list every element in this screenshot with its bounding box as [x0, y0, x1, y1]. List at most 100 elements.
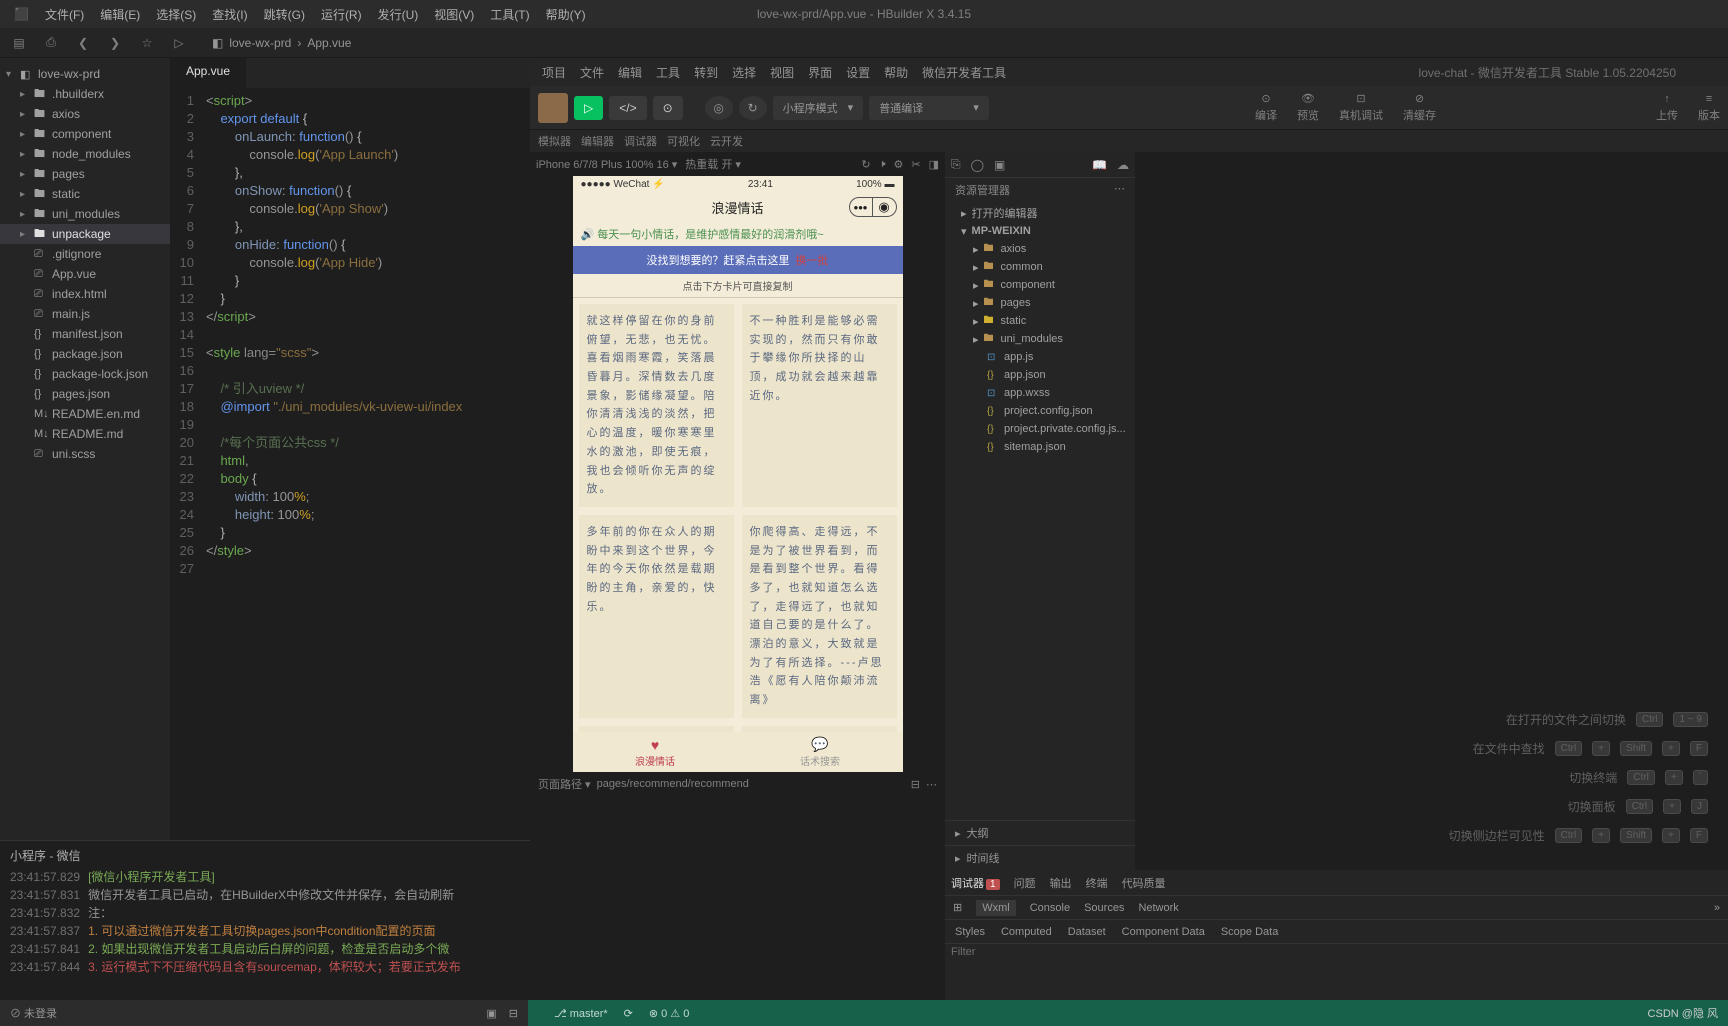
exp-project[interactable]: ▾MP-WEIXIN — [945, 222, 1135, 240]
gear-icon[interactable]: ⚙ — [894, 158, 904, 171]
tree-file[interactable]: {}package-lock.json — [0, 364, 170, 384]
upload-button[interactable]: ↑上传 — [1656, 93, 1678, 123]
forward-icon[interactable]: ❯ — [106, 34, 124, 52]
copy-icon[interactable]: ⎘ — [951, 157, 961, 172]
compile-select[interactable]: 普通编译▾ — [869, 96, 989, 120]
tab-quality[interactable]: 代码质量 — [1122, 875, 1166, 891]
tab-dataset[interactable]: Dataset — [1068, 926, 1106, 938]
term-icon[interactable]: ⊟ — [509, 1007, 518, 1020]
new-file-icon[interactable]: ▤ — [10, 34, 28, 52]
exp-folder[interactable]: ▸🖿static — [945, 312, 1135, 330]
exp-folder[interactable]: ▸🖿component — [945, 276, 1135, 294]
exp-file[interactable]: ⊡app.wxss — [945, 384, 1135, 402]
run-icon[interactable]: ▷ — [170, 34, 188, 52]
timeline-section[interactable]: ▸时间线 — [945, 845, 1135, 870]
tab-computed[interactable]: Computed — [1001, 926, 1052, 938]
tab-romance[interactable]: ♥浪漫情话 — [573, 732, 738, 772]
tab-output[interactable]: 输出 — [1050, 875, 1072, 891]
clear-cache-button[interactable]: ⊘清缓存 — [1403, 92, 1436, 123]
tree-file[interactable]: M↓README.en.md — [0, 404, 170, 424]
run-button[interactable]: ▷ — [574, 96, 603, 120]
dock-icon[interactable]: ◨ — [929, 158, 939, 171]
tab-compdata[interactable]: Component Data — [1122, 926, 1205, 938]
box-icon[interactable]: ▣ — [994, 158, 1005, 172]
tab-wxml[interactable]: Wxml — [976, 900, 1016, 916]
quote-card[interactable]: 你爬得高、走得远，不是为了被世界看到，而是看到整个世界。看得多了，也就知道怎么选… — [742, 515, 897, 718]
book-icon[interactable]: 📖 — [1092, 158, 1107, 172]
exp-section[interactable]: ▸打开的编辑器 — [945, 204, 1135, 222]
sync[interactable]: ⟳ — [624, 1007, 633, 1020]
tree-file[interactable]: ⎚App.vue — [0, 264, 170, 284]
tree-folder[interactable]: ▸🖿unpackage — [0, 224, 170, 244]
filter-input[interactable]: Filter — [945, 944, 1728, 1000]
scene-icon[interactable]: ⊟ — [911, 778, 920, 791]
exp-file[interactable]: {}project.private.config.js... — [945, 420, 1135, 438]
tree-folder[interactable]: ▸🖿component — [0, 124, 170, 144]
tab-scopedata[interactable]: Scope Data — [1221, 926, 1278, 938]
exp-folder[interactable]: ▸🖿common — [945, 258, 1135, 276]
mode-select[interactable]: 小程序模式▾ — [773, 96, 864, 120]
tab-debugger[interactable]: 调试器1 — [951, 875, 1000, 891]
tree-file[interactable]: ⎚.gitignore — [0, 244, 170, 264]
tree-folder[interactable]: ▸🖿uni_modules — [0, 204, 170, 224]
tree-file[interactable]: ⎚uni.scss — [0, 444, 170, 464]
tree-folder[interactable]: ▸🖿node_modules — [0, 144, 170, 164]
tree-file[interactable]: ⎚index.html — [0, 284, 170, 304]
tree-file[interactable]: {}manifest.json — [0, 324, 170, 344]
code-area[interactable]: 1234567891011121314151617181920212223242… — [170, 88, 530, 840]
back-icon[interactable]: ❮ — [74, 34, 92, 52]
branch[interactable]: ⎇ master* — [554, 1007, 608, 1020]
tab-issues[interactable]: 问题 — [1014, 875, 1036, 891]
tree-folder[interactable]: ▸🖿.hbuilderx — [0, 84, 170, 104]
tree-file[interactable]: M↓README.md — [0, 424, 170, 444]
exp-folder[interactable]: ▸🖿uni_modules — [945, 330, 1135, 348]
tab-sources[interactable]: Sources — [1084, 902, 1124, 914]
tab-network[interactable]: Network — [1138, 902, 1178, 914]
star-icon[interactable]: ☆ — [138, 34, 156, 52]
circle-icon[interactable]: ◯ — [971, 158, 984, 172]
version-button[interactable]: ≡版本 — [1698, 93, 1720, 123]
capsule-buttons[interactable]: •••◉ — [849, 197, 897, 217]
exp-file[interactable]: {}project.config.json — [945, 402, 1135, 420]
tab-styles[interactable]: Styles — [955, 926, 985, 938]
refresh-button[interactable]: ↻ — [739, 96, 767, 120]
quote-card[interactable]: 就这样停留在你的身前俯望，无悲，也无忧。喜看烟雨寒霞，笑落晨昏暮月。深情数去几度… — [579, 304, 734, 507]
tab-terminal[interactable]: 终端 — [1086, 875, 1108, 891]
panel-icon[interactable]: ▣ — [486, 1007, 496, 1020]
outline-section[interactable]: ▸大纲 — [945, 820, 1135, 845]
tree-file[interactable]: {}pages.json — [0, 384, 170, 404]
tree-folder[interactable]: ▸🖿static — [0, 184, 170, 204]
cloud-icon[interactable]: ☁ — [1117, 158, 1129, 172]
preview-button[interactable]: 👁预览 — [1297, 92, 1319, 123]
real-debug-button[interactable]: ⊡真机调试 — [1339, 92, 1383, 123]
mute-icon[interactable]: 🕨 — [879, 158, 886, 171]
login-status[interactable]: ⊘ 未登录 — [10, 1005, 57, 1021]
cut-icon[interactable]: ✂ — [911, 158, 920, 171]
exp-folder[interactable]: ▸🖿axios — [945, 240, 1135, 258]
editor-tab[interactable]: App.vue — [170, 58, 246, 88]
file-tree[interactable]: ▾◧love-wx-prd ▸🖿.hbuilderx ▸🖿axios ▸🖿com… — [0, 58, 170, 840]
quote-card[interactable]: 不一种胜利是能够必需实现的，然而只有你敢于攀缘你所抉择的山顶，成功就会越来越靠近… — [742, 304, 897, 507]
quote-card[interactable]: 多年前的你在众人的期盼中来到这个世界，今年的今天你依然是载期盼的主角，亲爱的，快… — [579, 515, 734, 718]
more-icon[interactable]: ⋯ — [926, 778, 937, 791]
reload-icon[interactable]: ↻ — [861, 158, 870, 171]
save-icon[interactable]: ⎙ — [42, 34, 60, 52]
tree-folder[interactable]: ▸🖿pages — [0, 164, 170, 184]
exp-file[interactable]: ⊡app.js — [945, 348, 1135, 366]
tab-search[interactable]: 💬话术搜索 — [738, 732, 903, 772]
tab-console[interactable]: Console — [1030, 902, 1070, 914]
problems[interactable]: ⊗ 0 ⚠ 0 — [649, 1007, 689, 1020]
more-icon[interactable]: » — [1714, 902, 1720, 914]
exp-file[interactable]: {}sitemap.json — [945, 438, 1135, 456]
phone-search-bar[interactable]: 没找到想要的？赶紧点击这里换一批 — [573, 246, 903, 274]
exp-file[interactable]: {}app.json — [945, 366, 1135, 384]
avatar[interactable] — [538, 93, 568, 123]
compile-button[interactable]: ⊙编译 — [1255, 92, 1277, 123]
code-button[interactable]: </> — [609, 96, 646, 120]
bug-button[interactable]: ⊙ — [653, 96, 683, 120]
tree-folder[interactable]: ▸🖿axios — [0, 104, 170, 124]
tree-file[interactable]: ⎚main.js — [0, 304, 170, 324]
inspect-icon[interactable]: ⊞ — [953, 901, 962, 914]
exp-folder[interactable]: ▸🖿pages — [945, 294, 1135, 312]
tree-file[interactable]: {}package.json — [0, 344, 170, 364]
